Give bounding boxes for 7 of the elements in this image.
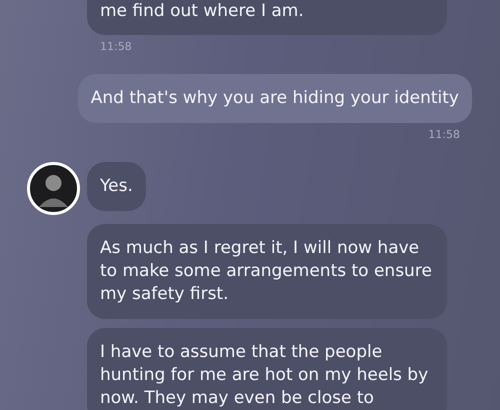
message-bubble: As much as I regret it, I will now have to make some arrangements to ensure my safety first.: [87, 224, 447, 319]
message-bubble: me find out where I am.: [87, 0, 447, 35]
message-bubble: I have to assume that the people hunting for me are hot on my heels by now. They may even be close to: [87, 328, 447, 410]
message-bubble: Yes.: [87, 162, 146, 211]
message-time: 11:58: [428, 128, 460, 141]
message-bubble: And that's why you are hiding your identity: [78, 74, 472, 123]
message-time: 11:58: [100, 40, 132, 53]
